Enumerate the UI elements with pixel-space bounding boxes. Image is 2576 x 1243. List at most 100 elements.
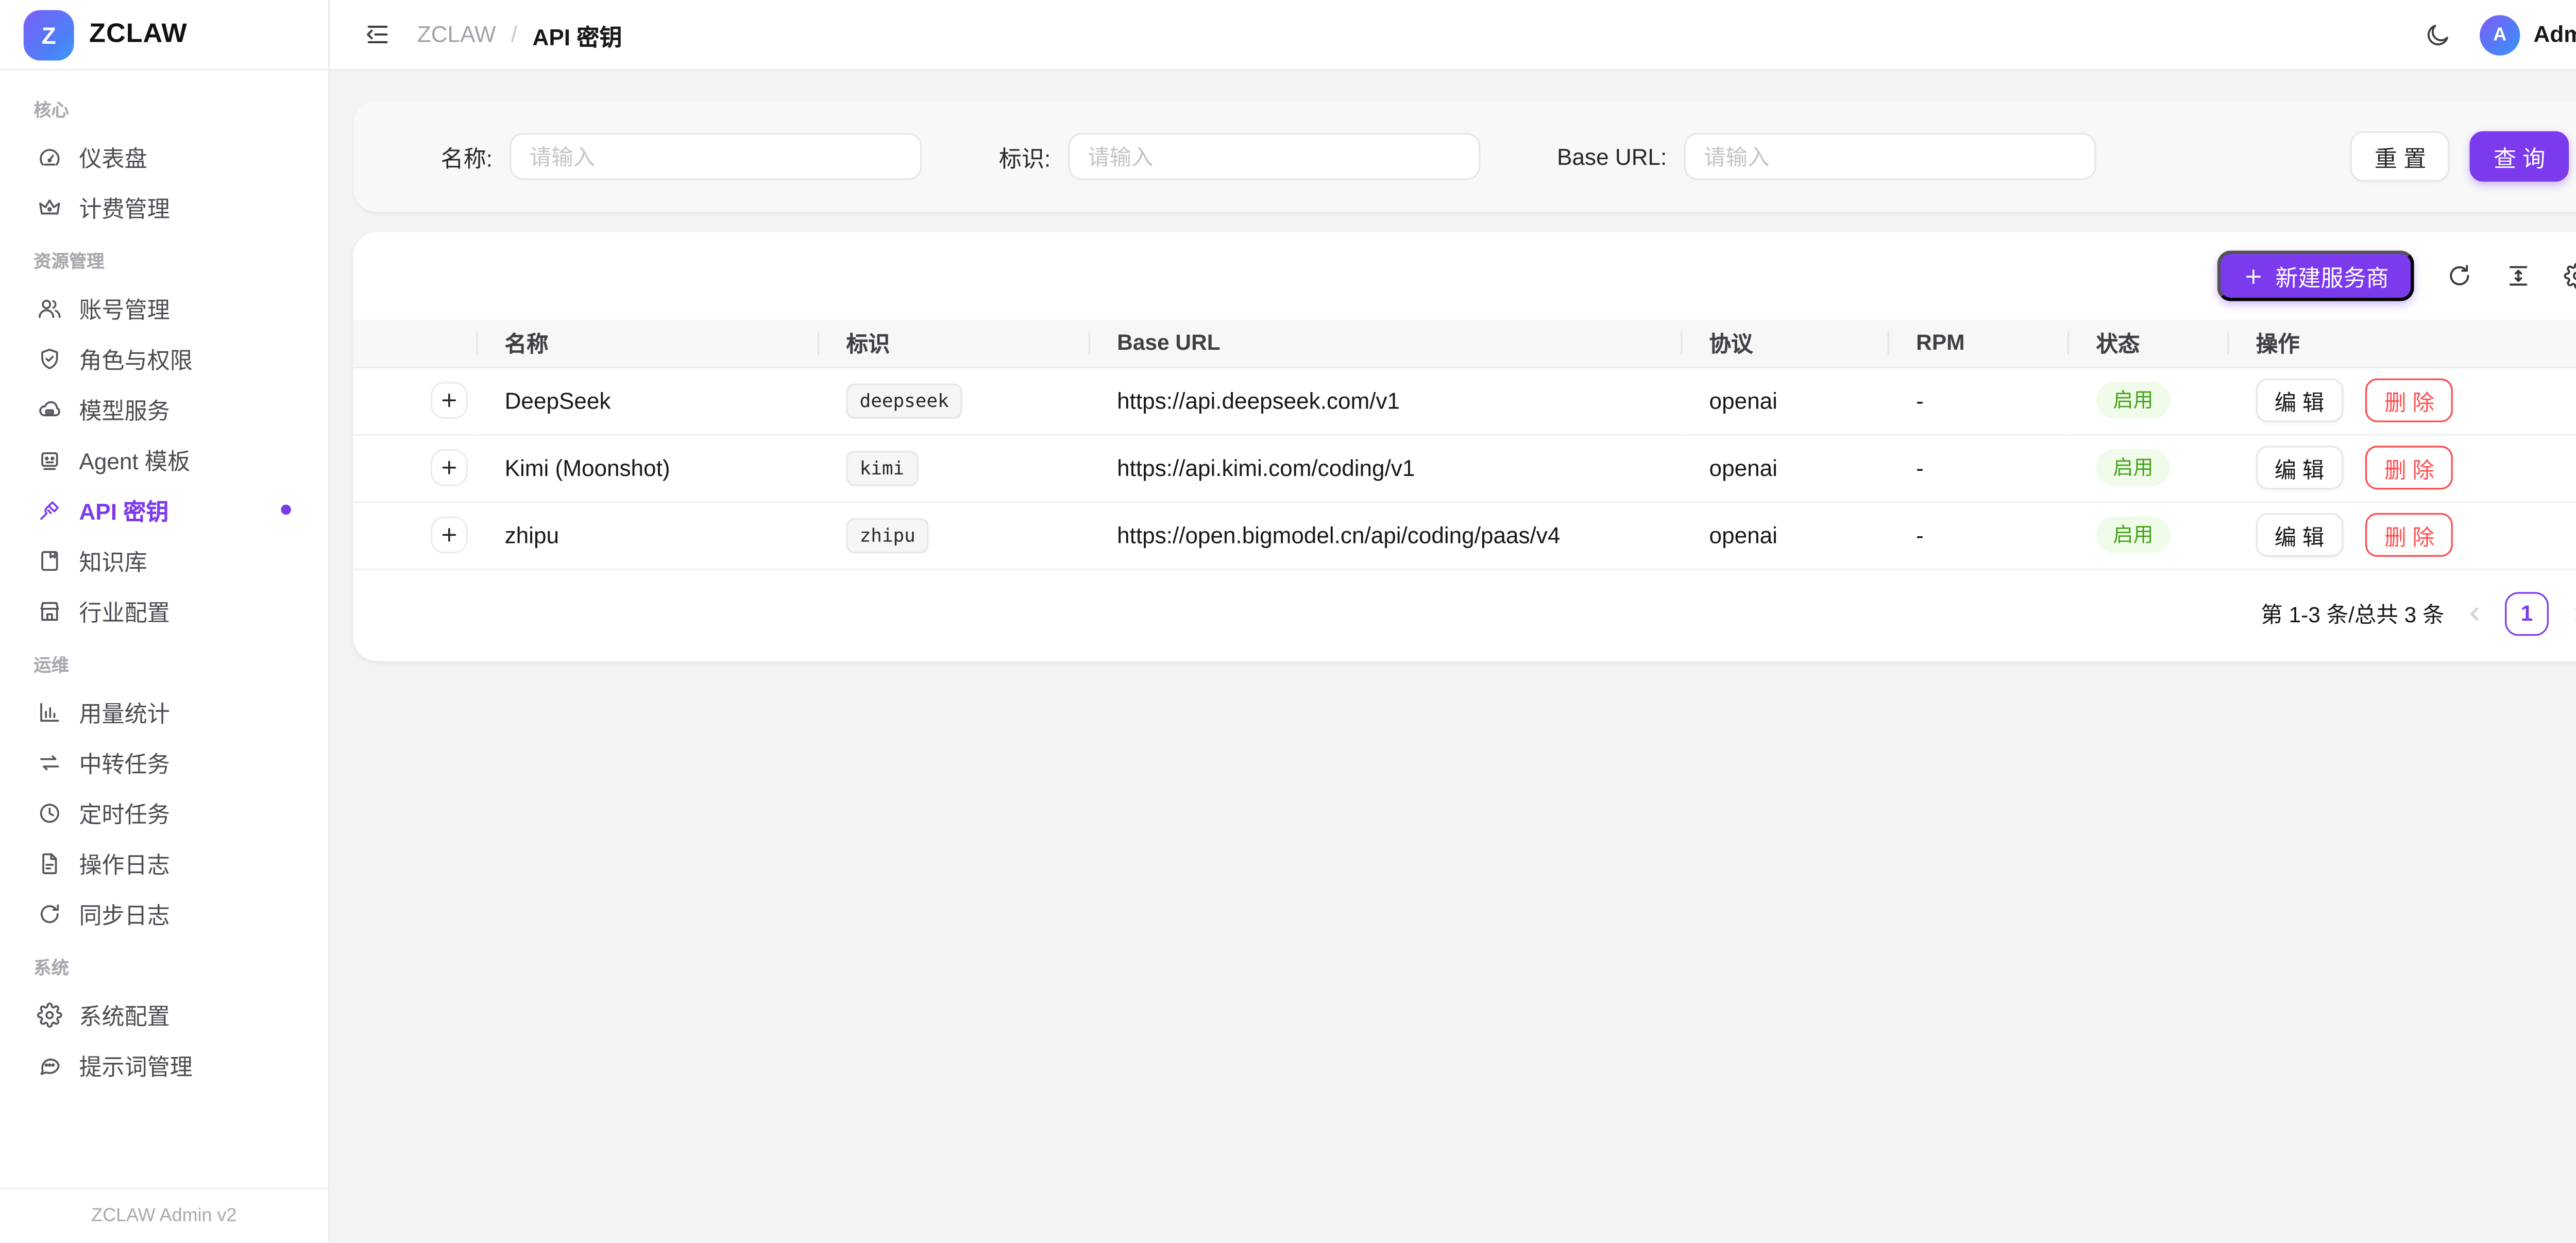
sidebar-item-roles[interactable]: 角色与权限: [20, 333, 308, 384]
col-header-name: 名称: [478, 319, 819, 366]
sidebar-item-models[interactable]: 模型服务: [20, 383, 308, 434]
topbar: ZCLAW / API 密钥 A Admin: [330, 0, 2576, 71]
status-badge: 启用: [2096, 449, 2171, 486]
app-window: Z ZCLAW 核心 仪表盘 计费管理 资源管理 账号管理 角色与权限: [0, 0, 2576, 1243]
col-header-protocol: 协议: [1682, 319, 1889, 366]
reset-button[interactable]: 重 置: [2351, 131, 2450, 182]
sidebar-item-label: 模型服务: [79, 392, 170, 425]
provider-rpm: -: [1889, 367, 2069, 434]
sidebar-item-agent-templates[interactable]: Agent 模板: [20, 434, 308, 484]
sidebar-item-usage-stats[interactable]: 用量统计: [20, 686, 308, 737]
status-badge: 启用: [2096, 382, 2171, 419]
avatar: A: [2480, 14, 2520, 55]
menu-fold-icon[interactable]: [363, 20, 392, 49]
sidebar-item-billing[interactable]: 计费管理: [20, 182, 308, 232]
tag-filter-input[interactable]: [1067, 133, 1480, 180]
sidebar-item-label: 定时任务: [79, 795, 170, 829]
table-row: DeepSeek deepseek https://api.deepseek.c…: [353, 367, 2576, 434]
sidebar-item-accounts[interactable]: 账号管理: [20, 283, 308, 333]
provider-protocol: openai: [1682, 501, 1889, 569]
sidebar: Z ZCLAW 核心 仪表盘 计费管理 资源管理 账号管理 角色与权限: [0, 0, 330, 1243]
chevron-left-icon[interactable]: [2463, 601, 2486, 625]
sidebar-item-operation-logs[interactable]: 操作日志: [20, 838, 308, 888]
name-filter-input[interactable]: [510, 133, 922, 180]
delete-button[interactable]: 删 除: [2366, 513, 2453, 557]
sidebar-item-label: 系统配置: [79, 997, 170, 1031]
sidebar-item-label: 操作日志: [79, 846, 170, 879]
breadcrumb: ZCLAW / API 密钥: [417, 18, 622, 51]
table-row: Kimi (Moonshot) kimi https://api.kimi.co…: [353, 434, 2576, 501]
user-menu[interactable]: A Admin: [2480, 14, 2576, 55]
delete-button[interactable]: 删 除: [2366, 446, 2453, 489]
provider-base-url: https://api.deepseek.com/v1: [1090, 367, 1682, 434]
sidebar-item-system-config[interactable]: 系统配置: [20, 989, 308, 1040]
pagination-summary: 第 1-3 条/总共 3 条: [2261, 597, 2444, 629]
chevron-right-icon[interactable]: [2567, 601, 2576, 625]
logo-row: Z ZCLAW: [0, 0, 328, 71]
app-title: ZCLAW: [89, 20, 188, 50]
message-icon: [37, 1052, 62, 1077]
expand-row-button[interactable]: [431, 382, 468, 419]
col-header-status: 状态: [2069, 319, 2229, 366]
cloud-server-icon: [37, 396, 62, 421]
provider-base-url: https://api.kimi.com/coding/v1: [1090, 434, 1682, 501]
filter-group-base-url: Base URL:: [1557, 133, 2096, 180]
filter-label-base-url: Base URL:: [1557, 144, 1667, 169]
provider-tag: deepseek: [846, 383, 962, 418]
provider-name: zhipu: [478, 501, 819, 569]
filter-actions: 重 置 查 询: [2351, 131, 2569, 182]
table-header-row: 名称 标识 Base URL 协议 RPM 状态 操作: [353, 319, 2576, 366]
active-dot: [281, 505, 291, 515]
gear-icon: [37, 1001, 62, 1027]
sidebar-item-label: 行业配置: [79, 594, 170, 627]
sidebar-item-label: 用量统计: [79, 695, 170, 728]
shop-icon: [37, 598, 62, 623]
reload-icon[interactable]: [2446, 262, 2473, 289]
provider-tag: zhipu: [846, 517, 928, 553]
expand-row-button[interactable]: [431, 449, 468, 486]
file-log-icon: [37, 850, 62, 876]
edit-button[interactable]: 编 辑: [2256, 513, 2343, 557]
pagination: 第 1-3 条/总共 3 条 1: [353, 569, 2576, 660]
sidebar-item-label: API 密钥: [79, 493, 168, 526]
page-number-button[interactable]: 1: [2505, 591, 2549, 635]
breadcrumb-current: API 密钥: [533, 18, 622, 51]
bar-chart-icon: [37, 699, 62, 724]
search-button[interactable]: 查 询: [2470, 131, 2569, 182]
sidebar-nav: 核心 仪表盘 计费管理 资源管理 账号管理 角色与权限 模型服务: [0, 71, 328, 1187]
edit-button[interactable]: 编 辑: [2256, 379, 2343, 422]
sidebar-item-knowledge-base[interactable]: 知识库: [20, 535, 308, 585]
moon-icon[interactable]: [2424, 21, 2451, 48]
expand-row-button[interactable]: [431, 516, 468, 553]
sidebar-item-sync-logs[interactable]: 同步日志: [20, 888, 308, 939]
sidebar-item-label: Agent 模板: [79, 442, 190, 476]
base-url-filter-input[interactable]: [1684, 133, 2096, 180]
table-settings-icon[interactable]: [2564, 262, 2576, 289]
sidebar-item-dashboard[interactable]: 仪表盘: [20, 131, 308, 182]
book-icon: [37, 548, 62, 573]
sidebar-item-prompt-management[interactable]: 提示词管理: [20, 1040, 308, 1090]
delete-button[interactable]: 删 除: [2366, 379, 2453, 422]
sidebar-item-label: 同步日志: [79, 896, 170, 930]
sidebar-item-api-keys[interactable]: API 密钥: [20, 484, 308, 535]
sidebar-item-label: 账号管理: [79, 291, 170, 325]
sidebar-item-relay-tasks[interactable]: 中转任务: [20, 737, 308, 787]
edit-button[interactable]: 编 辑: [2256, 446, 2343, 489]
breadcrumb-root[interactable]: ZCLAW: [417, 22, 496, 47]
sidebar-item-scheduled-tasks[interactable]: 定时任务: [20, 787, 308, 838]
provider-tag: kimi: [846, 450, 918, 485]
main-area: ZCLAW / API 密钥 A Admin 名称: 标识:: [330, 0, 2576, 1243]
nav-section-core: 核心: [33, 97, 294, 123]
create-provider-button[interactable]: 新建服务商: [2216, 251, 2414, 301]
plus-icon: [439, 457, 459, 478]
sidebar-item-label: 角色与权限: [79, 342, 192, 375]
crown-icon: [37, 194, 62, 219]
column-height-icon[interactable]: [2505, 262, 2532, 289]
breadcrumb-separator: /: [511, 22, 517, 47]
sidebar-item-industry-config[interactable]: 行业配置: [20, 585, 308, 636]
page-content: 名称: 标识: Base URL: 重 置 查 询: [330, 71, 2576, 1243]
filter-label-name: 名称:: [441, 140, 493, 173]
swap-icon: [37, 750, 62, 775]
nav-section-system: 系统: [33, 956, 294, 981]
provider-protocol: openai: [1682, 367, 1889, 434]
